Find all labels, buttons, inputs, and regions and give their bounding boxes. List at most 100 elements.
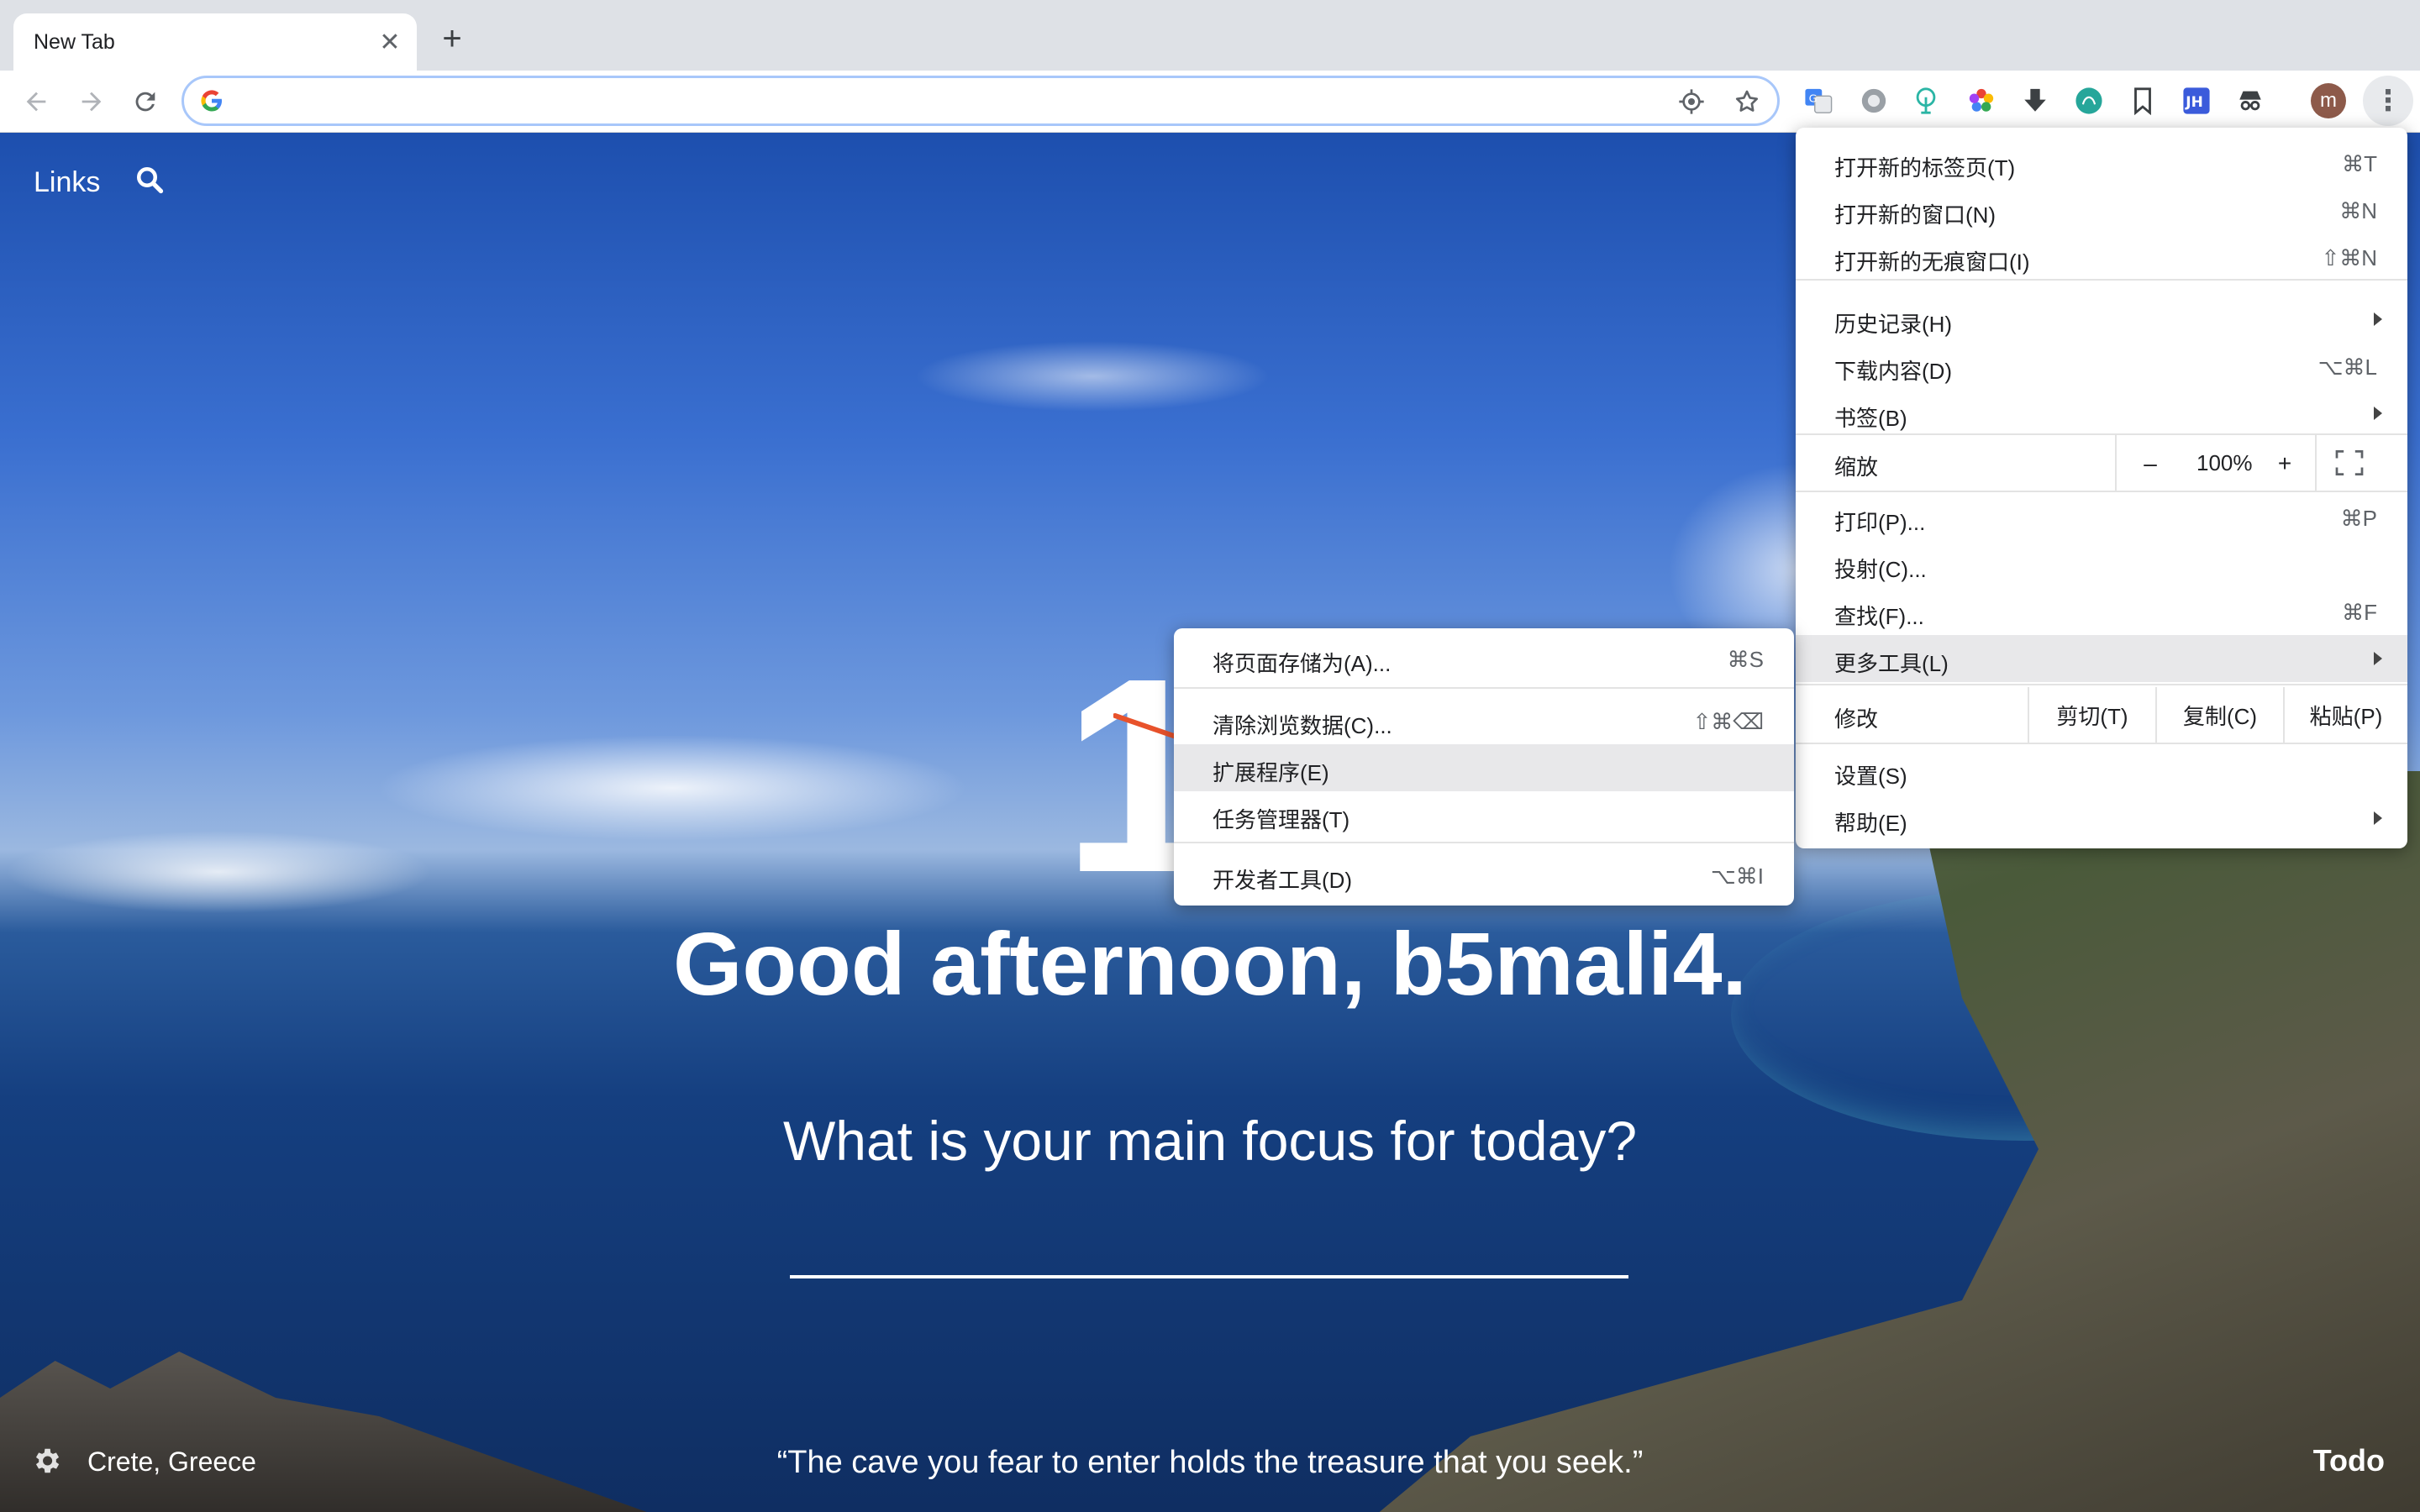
paste-button[interactable]: 粘贴(P) (2283, 687, 2407, 743)
menu-divider (1174, 687, 1794, 689)
zoom-controls: – 100% + (2115, 435, 2315, 491)
menu-label: 任务管理器(T) (1213, 807, 1350, 832)
more-tools-submenu: 将页面存储为(A)... ⌘S 清除浏览数据(C)... ⇧⌘⌫ 扩展程序(E)… (1174, 628, 1794, 906)
menu-item-incognito[interactable]: 打开新的无痕窗口(I) ⇧⌘N (1796, 234, 2407, 281)
profile-avatar[interactable]: m (2311, 83, 2346, 118)
menu-item-downloads[interactable]: 下载内容(D) ⌥⌘L (1796, 343, 2407, 390)
chrome-main-menu: 打开新的标签页(T) ⌘T 打开新的窗口(N) ⌘N 打开新的无痕窗口(I) ⇧… (1796, 128, 2407, 848)
toolbar: G JH m ⋮ (0, 71, 2420, 133)
menu-item-settings[interactable]: 设置(S) (1796, 748, 2407, 795)
menu-label: 打开新的窗口(N) (1834, 202, 1996, 228)
bookmark-star-icon[interactable] (1728, 83, 1765, 120)
menu-label: 清除浏览数据(C)... (1213, 713, 1392, 738)
focus-input[interactable] (790, 1211, 1628, 1278)
menu-label: 打印(P)... (1834, 510, 1926, 535)
google-g-icon (199, 88, 224, 113)
menu-item-cast[interactable]: 投射(C)... (1796, 541, 2407, 588)
chrome-menu-button[interactable]: ⋮ (2363, 76, 2413, 126)
menu-shortcut: ⌘N (2339, 198, 2377, 223)
links-button[interactable]: Links (34, 166, 100, 199)
menu-label: 设置(S) (1834, 764, 1907, 789)
menu-label: 打开新的无痕窗口(I) (1834, 249, 2030, 275)
search-icon[interactable] (134, 165, 168, 198)
menu-label: 扩展程序(E) (1213, 760, 1329, 785)
tab-title: New Tab (34, 30, 115, 54)
menu-label: 打开新的标签页(T) (1834, 155, 2016, 181)
submenu-item-clear-data[interactable]: 清除浏览数据(C)... ⇧⌘⌫ (1174, 697, 1794, 744)
menu-item-new-window[interactable]: 打开新的窗口(N) ⌘N (1796, 186, 2407, 234)
tab-new-tab[interactable]: New Tab ✕ (13, 13, 417, 71)
menu-label: 将页面存储为(A)... (1213, 651, 1392, 676)
menu-item-history[interactable]: 历史记录(H) (1796, 296, 2407, 343)
focus-question: What is your main focus for today? (782, 1110, 1638, 1172)
color-wheel-icon[interactable] (1963, 82, 2000, 119)
rocks-decoration (0, 1352, 689, 1512)
menu-zoom-row: 缩放 – 100% + (1796, 435, 2407, 491)
menu-edit-row: 修改 剪切(T) 复制(C) 粘贴(P) (1796, 687, 2407, 743)
fullscreen-button[interactable] (2315, 435, 2407, 491)
download-icon[interactable] (2017, 82, 2054, 119)
daily-quote: “The cave you fear to enter holds the tr… (776, 1445, 1644, 1480)
menu-item-find[interactable]: 查找(F)... ⌘F (1796, 588, 2407, 635)
menu-item-bookmarks[interactable]: 书签(B) (1796, 390, 2407, 437)
menu-item-more-tools[interactable]: 更多工具(L) (1796, 635, 2407, 682)
bookmark-icon[interactable] (2124, 82, 2161, 119)
menu-item-help[interactable]: 帮助(E) (1796, 795, 2407, 842)
menu-shortcut: ⌘T (2342, 151, 2377, 176)
record-icon[interactable] (1855, 82, 1892, 119)
fullscreen-icon (2335, 450, 2364, 475)
menu-divider (1796, 684, 2407, 685)
reload-icon[interactable] (124, 81, 166, 123)
menu-divider (1796, 279, 2407, 281)
menu-label: 帮助(E) (1834, 811, 1907, 836)
zoom-out-button[interactable]: – (2133, 450, 2167, 477)
cut-button[interactable]: 剪切(T) (2028, 687, 2155, 743)
forward-icon[interactable] (71, 81, 113, 123)
svg-text:G: G (1809, 92, 1818, 105)
tab-close-icon[interactable]: ✕ (371, 24, 408, 60)
submenu-item-extensions[interactable]: 扩展程序(E) (1174, 744, 1794, 791)
back-icon[interactable] (15, 81, 57, 123)
todo-button[interactable]: Todo (2313, 1443, 2385, 1478)
greeting: Good afternoon, b5mali4. (672, 915, 1747, 1014)
submenu-item-save-page[interactable]: 将页面存储为(A)... ⌘S (1174, 635, 1794, 682)
address-bar[interactable] (182, 76, 1780, 126)
menu-divider (1796, 743, 2407, 744)
new-tab-button[interactable]: + (434, 20, 471, 57)
menu-shortcut: ⌘F (2342, 600, 2377, 625)
svg-text:JH: JH (2185, 94, 2203, 111)
menu-label: 更多工具(L) (1834, 651, 1949, 676)
teal-circle-icon[interactable] (2070, 82, 2107, 119)
menu-shortcut: ⌘P (2340, 506, 2377, 531)
menu-label: 书签(B) (1834, 406, 1907, 431)
zoom-in-button[interactable]: + (2268, 450, 2302, 477)
incognito-icon[interactable] (2232, 82, 2269, 119)
menu-shortcut: ⇧⌘⌫ (1692, 709, 1764, 734)
menu-label: 下载内容(D) (1834, 359, 1953, 384)
translate-icon[interactable]: G (1800, 82, 1837, 119)
tab-strip: New Tab ✕ + (0, 0, 2420, 71)
submenu-item-dev-tools[interactable]: 开发者工具(D) ⌥⌘I (1174, 852, 1794, 899)
zoom-level: 100% (2196, 450, 2253, 475)
menu-shortcut: ⌥⌘L (2317, 354, 2377, 380)
menu-label: 历史记录(H) (1834, 312, 1953, 337)
menu-item-print[interactable]: 打印(P)... ⌘P (1796, 494, 2407, 541)
menu-divider (1174, 842, 1794, 843)
jh-icon[interactable]: JH (2178, 82, 2215, 119)
menu-label: 修改 (1834, 706, 1879, 732)
menu-shortcut: ⇧⌘N (2321, 245, 2377, 270)
location-target-icon[interactable] (1673, 83, 1710, 120)
menu-label: 缩放 (1834, 454, 1879, 480)
menu-divider (1796, 491, 2407, 492)
menu-shortcut: ⌥⌘I (1710, 864, 1764, 889)
menu-shortcut: ⌘S (1727, 647, 1764, 672)
menu-item-new-tab[interactable]: 打开新的标签页(T) ⌘T (1796, 139, 2407, 186)
tree-icon[interactable] (1907, 82, 1944, 119)
menu-label: 投射(C)... (1834, 557, 1927, 582)
submenu-arrow-icon (2374, 652, 2382, 665)
submenu-arrow-icon (2374, 811, 2382, 825)
menu-label: 开发者工具(D) (1213, 868, 1353, 893)
copy-button[interactable]: 复制(C) (2155, 687, 2283, 743)
submenu-arrow-icon (2374, 407, 2382, 420)
submenu-item-task-manager[interactable]: 任务管理器(T) (1174, 791, 1794, 838)
